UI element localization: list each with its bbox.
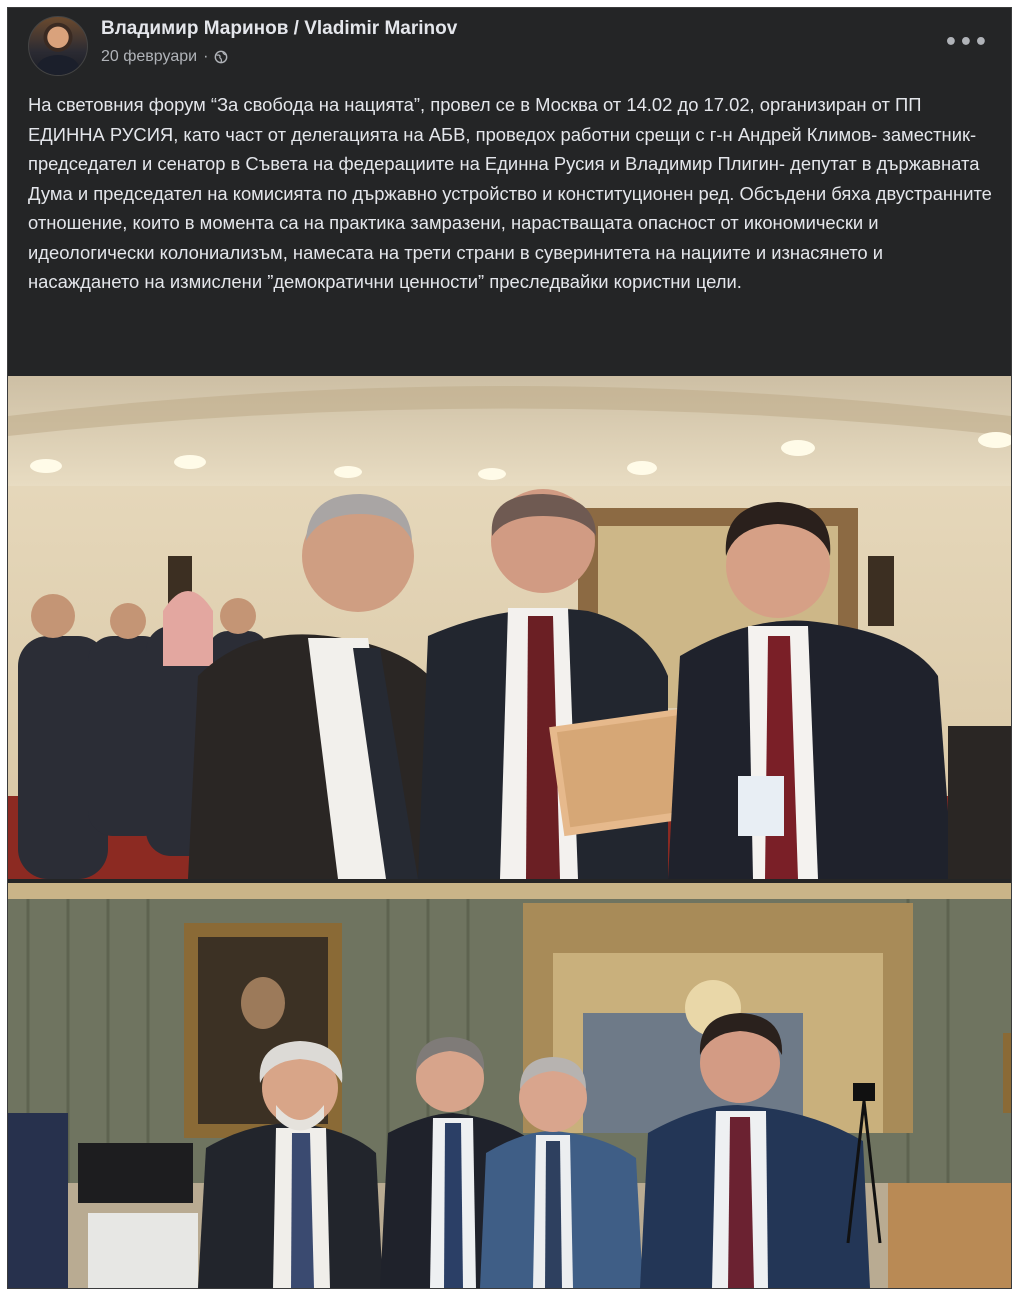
- post-photo-2[interactable]: [8, 883, 1011, 1288]
- post-meta: 20 февруари ·: [101, 48, 228, 66]
- globe-icon[interactable]: [214, 50, 228, 64]
- more-options-button[interactable]: •••: [944, 30, 989, 55]
- author-avatar[interactable]: [28, 16, 88, 76]
- post-date[interactable]: 20 февруари: [101, 48, 197, 66]
- author-name[interactable]: Владимир Маринов / Vladimir Marinov: [101, 18, 457, 40]
- facebook-post: Владимир Маринов / Vladimir Marinov 20 ф…: [7, 7, 1012, 1289]
- meta-separator: ·: [203, 48, 209, 65]
- post-header: Владимир Маринов / Vladimir Marinov 20 ф…: [8, 8, 1011, 78]
- post-body-text: На световния форум “За свобода на нацият…: [28, 94, 992, 292]
- post-photo-1[interactable]: [8, 376, 1011, 879]
